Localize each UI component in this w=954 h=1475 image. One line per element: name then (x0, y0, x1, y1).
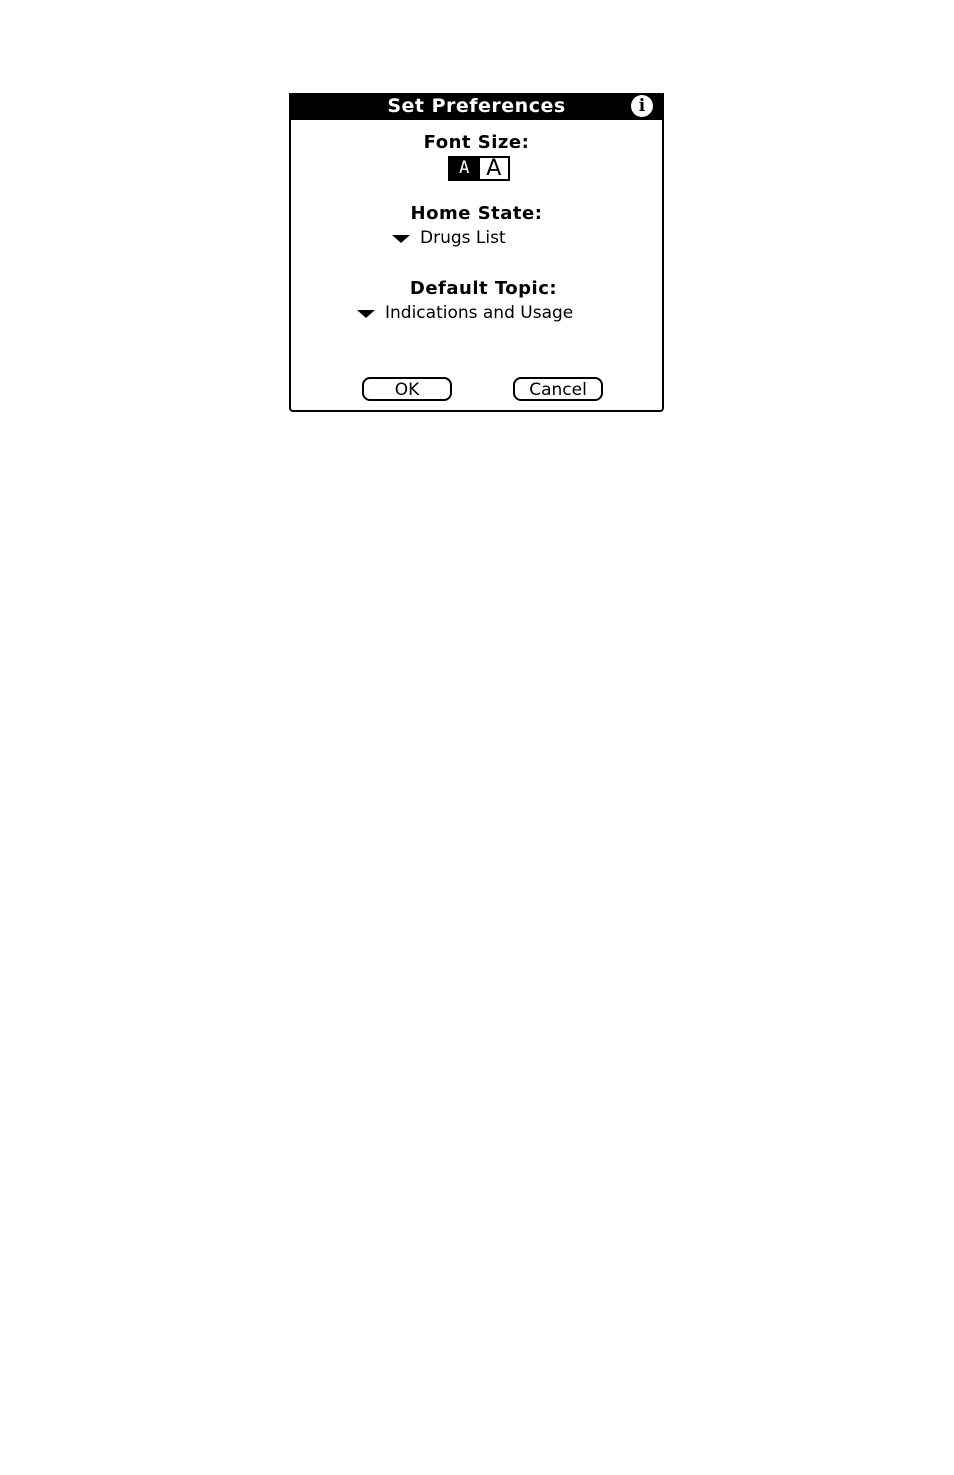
font-size-small-option[interactable]: A (450, 158, 479, 179)
cancel-button[interactable]: Cancel (513, 377, 603, 401)
font-size-toggle: A A (448, 156, 510, 181)
dialog-titlebar: Set Preferences i (289, 93, 664, 120)
dialog-title: Set Preferences (387, 95, 566, 117)
font-size-large-option[interactable]: A (478, 158, 509, 180)
default-topic-label: Default Topic: (409, 278, 558, 299)
default-topic-popup[interactable]: Indications and Usage (357, 302, 573, 324)
home-state-label: Home State: (410, 203, 543, 224)
dropdown-triangle-icon (392, 235, 410, 243)
font-size-label: Font Size: (423, 132, 530, 153)
home-state-value: Drugs List (420, 228, 506, 248)
default-topic-value: Indications and Usage (385, 303, 574, 323)
info-icon[interactable]: i (631, 95, 653, 117)
ok-button[interactable]: OK (362, 377, 452, 401)
home-state-popup[interactable]: Drugs List (392, 227, 506, 249)
set-preferences-dialog: Set Preferences i Font Size: A A Home St… (289, 93, 664, 412)
dropdown-triangle-icon (357, 310, 375, 318)
